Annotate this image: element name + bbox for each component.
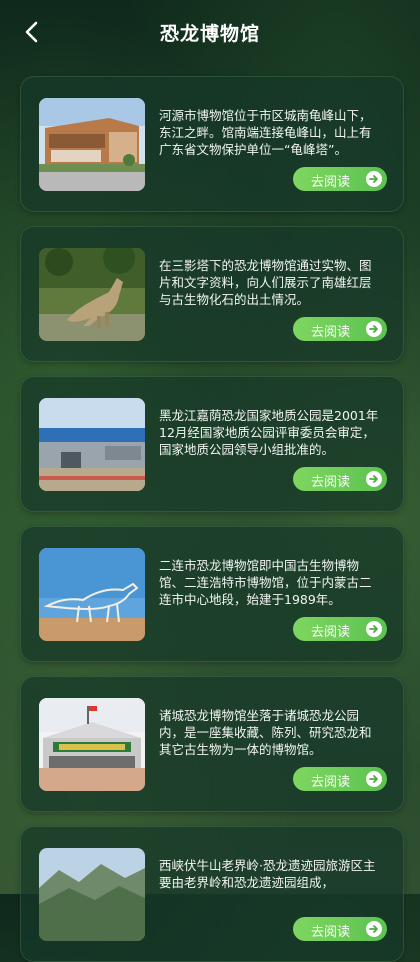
read-button-label: 去阅读 [311, 625, 351, 640]
arrow-right-icon [366, 321, 382, 337]
read-button[interactable]: 去阅读 [293, 767, 387, 791]
arrow-right-icon [366, 171, 382, 187]
card-description: 黑龙江嘉荫恐龙国家地质公园是2001年12月经国家地质公园评审委员会审定，国家地… [159, 408, 379, 457]
dinosaur-statue-image [39, 248, 145, 341]
museum-card[interactable]: 二连市恐龙博物馆即中国古生物博物馆、二连浩特市博物馆，位于内蒙古二连市中心地段，… [20, 526, 404, 662]
museum-building-image [39, 98, 145, 191]
mountain-landscape-image [39, 848, 145, 941]
read-button[interactable]: 去阅读 [293, 167, 387, 191]
read-button[interactable]: 去阅读 [293, 317, 387, 341]
museum-card[interactable]: 诸城恐龙博物馆坐落于诸城恐龙公园内，是一座集收藏、陈列、研究恐龙和其它古生物为一… [20, 676, 404, 812]
museum-facade-image [39, 698, 145, 791]
museum-card[interactable]: 黑龙江嘉荫恐龙国家地质公园是2001年12月经国家地质公园评审委员会审定，国家地… [20, 376, 404, 512]
card-description: 二连市恐龙博物馆即中国古生物博物馆、二连浩特市博物馆，位于内蒙古二连市中心地段，… [159, 558, 372, 607]
read-button-label: 去阅读 [311, 475, 351, 490]
arrow-right-icon [366, 921, 382, 937]
read-button-label: 去阅读 [311, 325, 351, 340]
museum-card[interactable]: 河源市博物馆位于市区城南龟峰山下，东江之畔。馆南端连接龟峰山，山上有广东省文物保… [20, 76, 404, 212]
read-button-label: 去阅读 [311, 175, 351, 190]
header: 恐龙博物馆 [0, 0, 420, 64]
read-button-label: 去阅读 [311, 775, 351, 790]
museum-card[interactable]: 西峡伏牛山老界岭·恐龙遗迹园旅游区主要由老界岭和恐龙遗迹园组成， 去阅读 [20, 826, 404, 962]
dinosaur-skeleton-image [39, 548, 145, 641]
card-description: 河源市博物馆位于市区城南龟峰山下，东江之畔。馆南端连接龟峰山，山上有广东省文物保… [159, 108, 372, 157]
card-description: 西峡伏牛山老界岭·恐龙遗迹园旅游区主要由老界岭和恐龙遗迹园组成， [159, 858, 376, 890]
read-button[interactable]: 去阅读 [293, 917, 387, 941]
park-building-image [39, 398, 145, 491]
read-button-label: 去阅读 [311, 925, 351, 940]
read-button[interactable]: 去阅读 [293, 617, 387, 641]
arrow-right-icon [366, 771, 382, 787]
card-description: 在三影塔下的恐龙博物馆通过实物、图片和文字资料，向人们展示了南雄红层与古生物化石… [159, 258, 372, 307]
read-button[interactable]: 去阅读 [293, 467, 387, 491]
card-description: 诸城恐龙博物馆坐落于诸城恐龙公园内，是一座集收藏、陈列、研究恐龙和其它古生物为一… [159, 708, 372, 757]
arrow-right-icon [366, 621, 382, 637]
arrow-right-icon [366, 471, 382, 487]
page-title: 恐龙博物馆 [159, 23, 260, 45]
museum-card[interactable]: 在三影塔下的恐龙博物馆通过实物、图片和文字资料，向人们展示了南雄红层与古生物化石… [20, 226, 404, 362]
